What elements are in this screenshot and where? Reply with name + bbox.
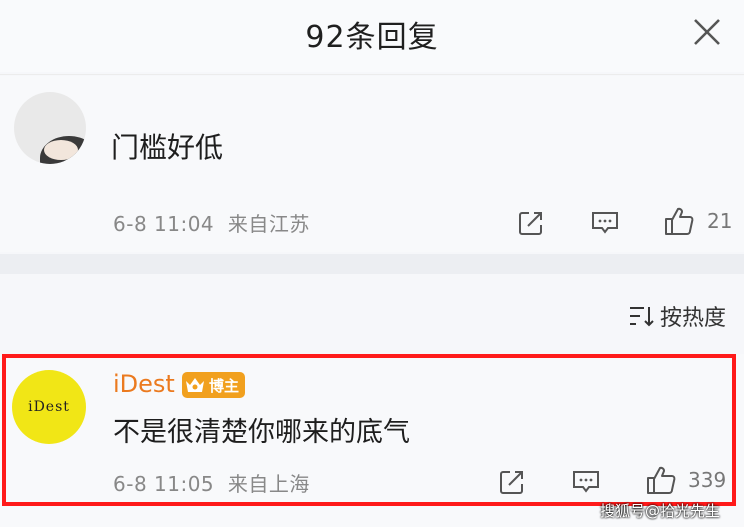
comment-meta: 6-8 11:04 来自江苏	[113, 208, 310, 237]
author-badge: 博主	[182, 372, 246, 398]
like-icon[interactable]	[663, 205, 695, 237]
comment-icon[interactable]	[590, 209, 620, 237]
comment-location: 来自上海	[227, 472, 310, 496]
comment-time: 6-8 11:05	[113, 472, 215, 496]
badge-label: 博主	[209, 376, 240, 395]
avatar[interactable]: iDest	[12, 370, 86, 444]
dialog-header: 92条回复	[0, 0, 744, 72]
username[interactable]: iDest	[113, 370, 175, 398]
comment-location: 来自江苏	[227, 212, 310, 236]
close-icon[interactable]	[692, 17, 722, 47]
comment-time: 6-8 11:04	[113, 212, 215, 236]
section-divider	[0, 254, 744, 274]
header-divider	[0, 74, 744, 75]
sort-button[interactable]: 按热度	[628, 302, 726, 331]
sort-label: 按热度	[659, 306, 726, 331]
watermark: 搜狐号@拾光先生	[600, 502, 721, 520]
comment-meta: 6-8 11:05 来自上海	[113, 468, 310, 497]
sort-bar: 按热度	[0, 274, 744, 354]
avatar[interactable]	[14, 92, 86, 164]
comment-item: 门槛好低 6-8 11:04 来自江苏 21	[0, 76, 744, 252]
crown-icon	[186, 378, 204, 392]
comment-text: 门槛好低	[111, 131, 224, 164]
comment-icon[interactable]	[571, 468, 601, 496]
like-count: 21	[707, 209, 733, 233]
avatar-text: iDest	[28, 399, 70, 415]
share-icon[interactable]	[516, 208, 546, 238]
comment-text: 不是很清楚你哪来的底气	[113, 417, 410, 448]
like-count: 339	[688, 468, 727, 492]
share-icon[interactable]	[497, 467, 527, 497]
like-icon[interactable]	[645, 464, 677, 496]
page-title: 92条回复	[305, 20, 439, 55]
sort-icon	[629, 307, 654, 327]
